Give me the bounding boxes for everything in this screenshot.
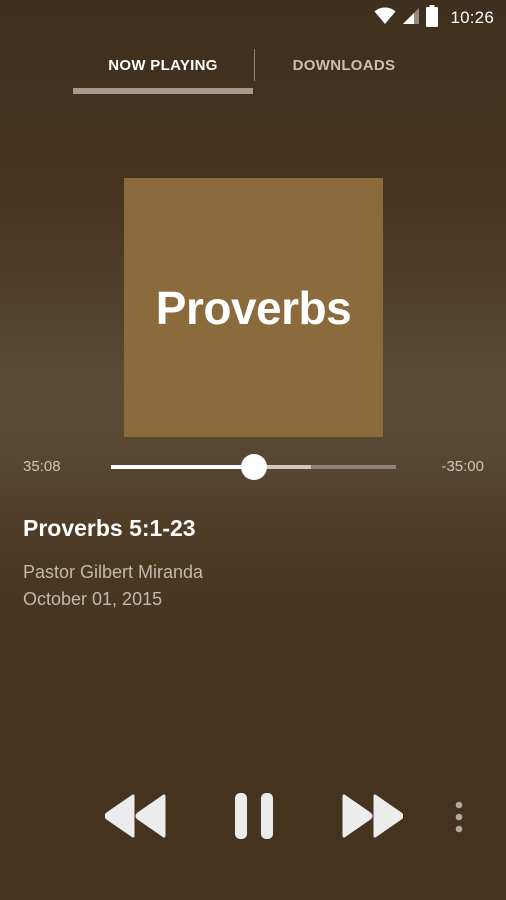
- battery-icon: [426, 4, 439, 32]
- album-artwork: Proverbs: [124, 178, 383, 437]
- tab-indicator: [73, 88, 253, 94]
- pause-icon: [234, 792, 274, 845]
- status-bar: 10:26: [0, 0, 506, 36]
- seek-progress: [111, 465, 254, 469]
- tab-now-playing[interactable]: NOW PLAYING: [73, 42, 253, 94]
- remaining-time: -35:00: [441, 458, 484, 475]
- track-title: Proverbs 5:1-23: [23, 515, 196, 541]
- wifi-icon: [374, 7, 396, 30]
- elapsed-time: 35:08: [23, 458, 61, 475]
- seek-bar[interactable]: [111, 454, 396, 480]
- track-speaker: Pastor Gilbert Miranda: [23, 562, 204, 582]
- tab-bar: NOW PLAYING DOWNLOADS: [0, 42, 506, 98]
- tab-divider: [254, 49, 255, 81]
- status-icons: 10:26: [374, 4, 494, 32]
- seek-thumb[interactable]: [240, 454, 267, 480]
- now-playing-screen: { "status_bar": { "time": "10:26", "icon…: [0, 0, 506, 900]
- track-date: October 01, 2015: [23, 589, 163, 609]
- artwork-title: Proverbs: [155, 281, 352, 334]
- more-options-button[interactable]: [444, 796, 474, 842]
- fast-forward-button[interactable]: [336, 790, 408, 846]
- rewind-button[interactable]: [100, 790, 172, 846]
- tab-downloads[interactable]: DOWNLOADS: [256, 42, 432, 94]
- pause-button[interactable]: [226, 788, 282, 848]
- rewind-icon: [104, 794, 167, 843]
- clock: 10:26: [450, 8, 494, 27]
- more-vert-icon: [455, 801, 463, 838]
- fast-forward-icon: [341, 794, 404, 843]
- cell-signal-icon: [402, 7, 420, 30]
